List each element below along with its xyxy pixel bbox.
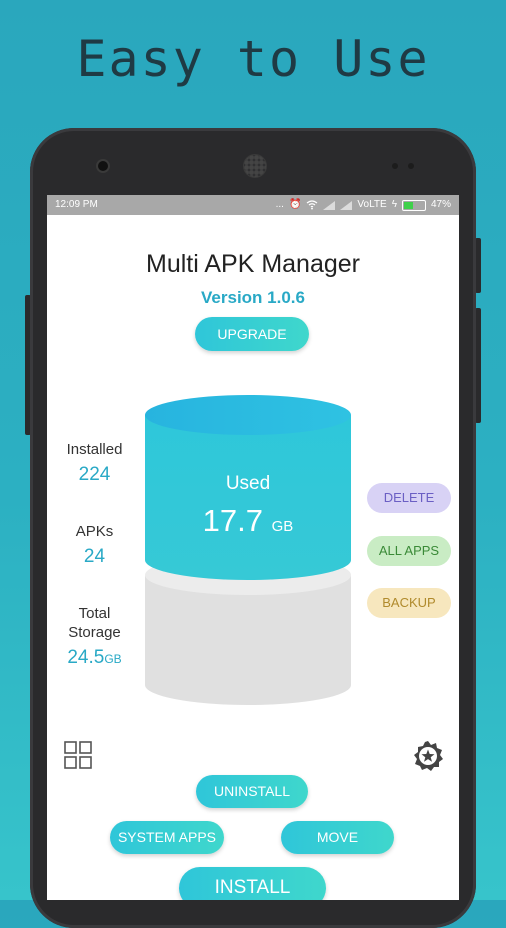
light-sensor [408, 163, 414, 169]
uninstall-button[interactable]: UNINSTALL [196, 775, 308, 808]
total-storage-value: 24.5GB [47, 647, 142, 669]
storage-cylinder [145, 395, 351, 705]
earpiece-speaker [243, 154, 267, 178]
app-version: Version 1.0.6 [201, 288, 305, 307]
delete-button[interactable]: DELETE [367, 483, 451, 513]
status-bar: 12:09 PM ... ⏰ VoLTE ϟ 47% [47, 195, 459, 215]
backup-button[interactable]: BACKUP [367, 588, 451, 618]
total-storage-unit: GB [104, 652, 122, 666]
used-unit: GB [271, 518, 294, 535]
total-storage-label-line2: Storage [68, 624, 121, 641]
total-storage-number: 24.5 [67, 647, 105, 668]
app-title: Multi APK Manager [146, 250, 360, 278]
apks-value: 24 [83, 546, 106, 567]
front-camera [98, 161, 108, 171]
signal-icon-2 [340, 200, 353, 210]
total-storage-label-line1: Total [78, 605, 111, 622]
installed-value: 224 [78, 464, 111, 485]
headline: Easy to Use [76, 30, 430, 88]
alarm-icon: ⏰ [288, 199, 302, 210]
status-right: ... ⏰ VoLTE ϟ 47% [276, 195, 451, 215]
used-number: 17.7 [202, 503, 264, 538]
all-apps-button[interactable]: ALL APPS [367, 536, 451, 566]
apks-label: APKs [75, 523, 114, 540]
installed-label: Installed [66, 441, 123, 458]
proximity-sensor [392, 163, 398, 169]
battery-percent: 47% [430, 199, 451, 210]
network-type: VoLTE [357, 199, 387, 210]
upgrade-button[interactable]: UPGRADE [195, 317, 309, 351]
status-dots: ... [275, 199, 284, 210]
wifi-icon [307, 200, 318, 210]
charging-icon: ϟ [391, 199, 397, 210]
used-value: 17.7 GB [178, 503, 318, 539]
app-screen: 12:09 PM ... ⏰ VoLTE ϟ 47% Multi APK Man… [47, 195, 459, 900]
move-button[interactable]: MOVE [281, 821, 394, 854]
settings-star-icon[interactable] [412, 740, 444, 772]
signal-icon [323, 200, 336, 210]
system-apps-button[interactable]: SYSTEM APPS [110, 821, 224, 854]
install-button[interactable]: INSTALL [179, 867, 326, 900]
used-label: Used [225, 473, 271, 494]
status-time: 12:09 PM [55, 199, 98, 210]
grid-icon[interactable] [64, 741, 92, 769]
battery-icon [401, 199, 426, 211]
